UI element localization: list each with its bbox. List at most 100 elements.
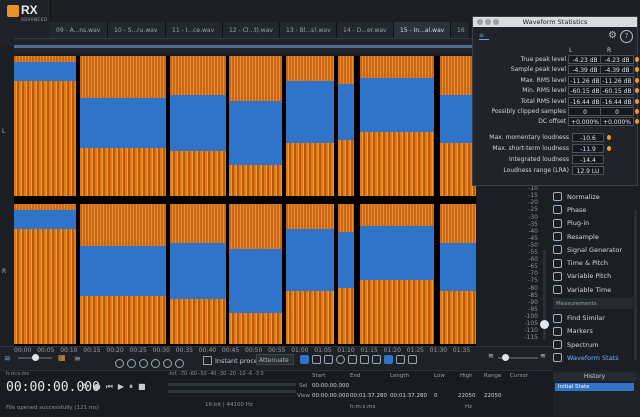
find-similar-event-icon[interactable] — [384, 355, 393, 364]
module-phase[interactable]: Phase — [553, 203, 633, 216]
selection-mode-buttons — [300, 355, 417, 364]
spectrogram-blend-slider[interactable] — [18, 354, 52, 361]
tab-file-2[interactable]: 10 - S...ru.wav — [108, 22, 166, 38]
module-spectrum[interactable]: Spectrum — [553, 338, 633, 351]
help-icon[interactable]: ? — [620, 30, 633, 43]
sel-label: Sel — [299, 383, 308, 389]
db-tick-label: -90 — [528, 298, 538, 306]
db-tick-label: -115 — [524, 334, 538, 342]
db-tick-label: -15 — [528, 192, 538, 200]
view-start-field[interactable]: 00:00:00.000 — [312, 393, 349, 399]
tab-file-5[interactable]: 13 - Bl...s).wav — [280, 22, 337, 38]
db-tick-label: -75 — [528, 277, 538, 285]
low-header: Low — [434, 373, 445, 379]
spectrogram-view-icon[interactable]: ▦ — [58, 353, 66, 362]
module-normalize[interactable]: Normalize — [553, 190, 633, 203]
module-markers[interactable]: Markers — [553, 325, 633, 338]
zoom-slider-vertical[interactable] — [538, 250, 552, 346]
module-waveform-stats[interactable]: Waveform Stats — [553, 351, 633, 364]
ruler-tick-label: 01:30 — [429, 347, 448, 354]
hz-unit-label: Hz — [465, 404, 473, 410]
module-variable-pitch[interactable]: Variable Pitch — [553, 270, 633, 283]
module-resample[interactable]: Resample — [553, 230, 633, 243]
stat-value-right: -4.23 dB — [600, 55, 634, 64]
warning-dot-icon — [635, 57, 639, 62]
pause-icon[interactable]: ⏸ — [129, 382, 133, 392]
ruler-tick-label: 00:15 — [83, 347, 101, 354]
window-titlebar[interactable]: Waveform Statistics — [473, 17, 637, 27]
time-frequency-selection-icon[interactable] — [324, 355, 333, 364]
resample-icon — [553, 232, 562, 242]
stat-value-left: -16.44 dB — [568, 96, 602, 106]
tab-file-8[interactable]: 16 — [451, 22, 470, 38]
loop-icon[interactable]: ↻ — [82, 382, 89, 392]
settings-icon[interactable]: ≡ — [74, 354, 81, 363]
time-unit-label: h:m:s.ms — [350, 404, 376, 410]
time-pitch-icon — [553, 258, 562, 268]
pencil-icon[interactable] — [396, 355, 405, 364]
module-label: Signal Generator — [567, 245, 623, 254]
module-plug-in[interactable]: Plug-in — [553, 217, 633, 230]
stat-value-right: +0.000% — [600, 117, 634, 127]
column-header-left: L — [569, 47, 573, 54]
stat-value-right: -60.15 dB — [600, 86, 634, 96]
stat-label: Min. RMS level — [522, 87, 566, 95]
play-icon[interactable]: ▶ — [118, 382, 124, 392]
zoom-out-icon[interactable] — [127, 358, 136, 368]
zoom-time-icon[interactable] — [163, 358, 172, 368]
db-tick-label: -35 — [528, 220, 538, 228]
module-time-pitch[interactable]: Time & Pitch — [553, 256, 633, 269]
record-icon[interactable]: ● — [94, 382, 101, 392]
view-length-field[interactable]: 00:01:37.280 — [390, 393, 427, 399]
module-label: Waveform Stats — [567, 353, 619, 362]
channel-left-spectrogram[interactable] — [14, 56, 476, 196]
ruler-tick-label: 01:20 — [383, 347, 401, 354]
close-window-button[interactable] — [477, 19, 483, 25]
attenuate-dropdown[interactable]: Attenuate — [256, 354, 294, 365]
hand-icon[interactable] — [175, 358, 184, 368]
tab-file-4[interactable]: 12 - Cl...t).wav — [223, 22, 280, 38]
module-variable-time[interactable]: Variable Time — [553, 283, 633, 296]
zoom-slider-knob[interactable] — [540, 320, 549, 329]
range-field[interactable]: 22050 — [484, 393, 502, 399]
frequency-selection-icon[interactable] — [312, 355, 321, 364]
tab-file-3[interactable]: 11 - I...ce.wav — [166, 22, 223, 38]
brush-icon[interactable] — [348, 355, 357, 364]
tab-file-1[interactable]: 09 - A...ns.wav — [50, 22, 108, 38]
low-field[interactable]: 0 — [434, 393, 438, 399]
tab-file-7[interactable]: 15 - In...al.wav — [394, 22, 451, 38]
minimize-window-button[interactable] — [485, 19, 491, 25]
magic-wand-icon[interactable] — [360, 355, 369, 364]
check-icon[interactable] — [408, 355, 417, 364]
stop-icon[interactable]: ■ — [138, 382, 146, 392]
waveform-view-icon[interactable]: ≋ — [4, 354, 11, 363]
zoom-fit-icon[interactable] — [151, 358, 160, 368]
sel-start-field[interactable]: 00:00:00.000 — [312, 383, 349, 389]
spectrogram-display[interactable] — [14, 56, 476, 346]
view-end-field[interactable]: 00:01:37.280 — [350, 393, 387, 399]
time-selection-icon[interactable] — [300, 355, 309, 364]
module-find-similar[interactable]: Find Similar — [553, 311, 633, 324]
horizontal-zoom-slider[interactable] — [498, 354, 538, 361]
zoom-selection-icon[interactable] — [139, 358, 148, 368]
module-label: Plug-in — [567, 219, 590, 228]
zoom-window-button[interactable] — [493, 19, 499, 25]
harmonic-selection-icon[interactable] — [372, 355, 381, 364]
rewind-icon[interactable]: ⏮ — [106, 382, 113, 392]
tab-file-6[interactable]: 14 - D...er.wav — [337, 22, 394, 38]
lasso-icon[interactable] — [336, 355, 345, 364]
waveform-overview[interactable] — [14, 38, 474, 53]
channel-right-spectrogram[interactable] — [14, 204, 476, 344]
waveform-zoom-icon[interactable]: ≋ — [488, 352, 494, 360]
zoom-in-icon[interactable] — [115, 358, 124, 368]
ruler-tick-label: 00:30 — [152, 347, 170, 354]
selection-tools — [115, 357, 184, 369]
module-list-scrollbar[interactable] — [634, 210, 637, 360]
high-field[interactable]: 22050 — [458, 393, 476, 399]
spectrum-zoom-icon[interactable]: ≋ — [540, 352, 546, 360]
waveform-stats-icon — [553, 353, 562, 363]
loudness-row: Loudness range (LRA) 12.9 LU — [473, 166, 639, 176]
history-item-initial-state[interactable]: Initial State — [555, 383, 634, 391]
module-signal-generator[interactable]: Signal Generator — [553, 243, 633, 256]
gear-icon[interactable]: ⚙ — [608, 30, 617, 41]
